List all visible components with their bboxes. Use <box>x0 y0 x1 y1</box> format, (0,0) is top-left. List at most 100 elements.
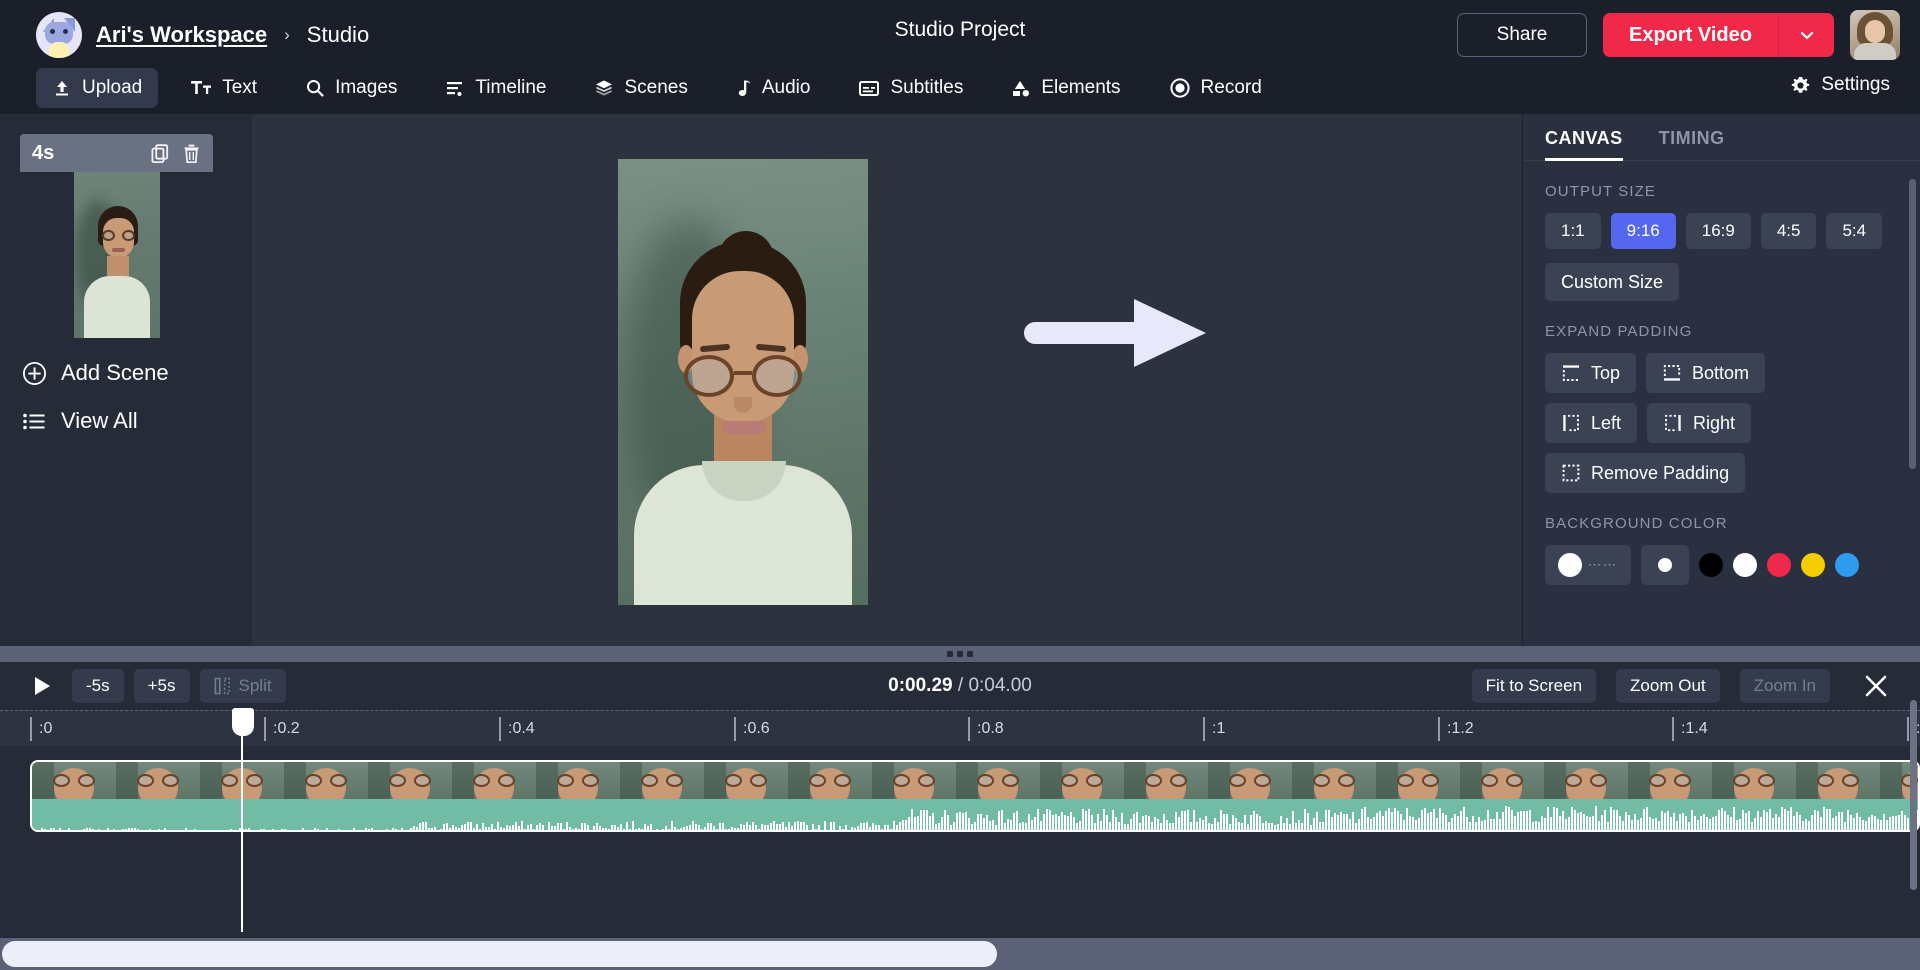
properties-scrollbar[interactable] <box>1909 179 1916 469</box>
tab-upload[interactable]: Upload <box>36 68 158 108</box>
waveform-bar <box>485 827 487 832</box>
timeline-vertical-scrollbar[interactable] <box>1910 700 1917 890</box>
waveform-bar <box>1889 817 1891 832</box>
swatch-yellow[interactable] <box>1801 553 1825 577</box>
swatch-blue[interactable] <box>1835 553 1859 577</box>
tab-canvas[interactable]: CANVAS <box>1545 114 1635 160</box>
waveform-bar <box>1781 807 1783 832</box>
waveform-bar <box>377 831 379 832</box>
waveform-bar <box>1763 810 1765 832</box>
video-preview[interactable] <box>618 159 868 605</box>
canvas-stage[interactable] <box>252 114 1522 654</box>
waveform-bar <box>1388 808 1390 832</box>
waveform-bar <box>914 817 916 832</box>
settings-button[interactable]: Settings <box>1782 68 1898 102</box>
waveform-bar <box>1241 823 1243 832</box>
waveform-bar <box>1358 819 1360 832</box>
custom-size-button[interactable]: Custom Size <box>1545 263 1679 301</box>
waveform-bar <box>1661 811 1663 832</box>
waveform-bar <box>1775 814 1777 832</box>
waveform-bar <box>821 830 823 832</box>
timeline-horizontal-scrollbar[interactable] <box>0 938 1920 970</box>
timeline-ruler[interactable]: :0:0.2:0.4:0.6:0.8:1:1.2:1.4:1.6 <box>0 710 1920 746</box>
timeline-scroll-thumb[interactable] <box>2 941 997 967</box>
waveform-bar <box>482 823 484 832</box>
export-video-button[interactable]: Export Video <box>1603 13 1778 57</box>
tab-scenes[interactable]: Scenes <box>578 68 703 108</box>
swatch-white[interactable] <box>1733 553 1757 577</box>
back-5s-button[interactable]: -5s <box>72 669 124 703</box>
ratio-1-1[interactable]: 1:1 <box>1545 213 1601 249</box>
scene-thumbnail[interactable] <box>74 172 160 338</box>
video-clip[interactable] <box>30 760 1920 832</box>
share-button[interactable]: Share <box>1457 13 1587 57</box>
waveform-bar <box>1514 816 1516 832</box>
padding-right-button[interactable]: Right <box>1647 403 1751 443</box>
close-timeline-button[interactable] <box>1854 668 1898 704</box>
waveform-bar <box>602 828 604 832</box>
waveform-bar <box>1481 821 1483 832</box>
waveform-bar <box>1526 811 1528 832</box>
tab-elements[interactable]: Elements <box>995 68 1136 108</box>
ratio-9-16[interactable]: 9:16 <box>1611 213 1676 249</box>
timeline-resize-handle[interactable] <box>0 646 1920 662</box>
padding-top-button[interactable]: Top <box>1545 353 1636 393</box>
waveform-bar <box>1412 817 1414 832</box>
ruler-tick: :0.6 <box>734 717 770 741</box>
tab-record[interactable]: Record <box>1153 68 1278 108</box>
waveform-bar <box>59 828 61 832</box>
waveform-bar <box>1037 809 1039 832</box>
ratio-16-9[interactable]: 16:9 <box>1686 213 1751 249</box>
copy-icon[interactable] <box>150 143 170 164</box>
waveform-bar <box>797 821 799 832</box>
padding-row-2: Left Right <box>1545 403 1898 443</box>
tab-timeline[interactable]: Timeline <box>429 68 562 108</box>
play-button[interactable] <box>22 668 62 704</box>
waveform-bar <box>395 829 397 832</box>
properties-content: OUTPUT SIZE 1:1 9:16 16:9 4:5 5:4 Custom… <box>1523 161 1920 641</box>
tab-timing[interactable]: TIMING <box>1659 114 1737 160</box>
waveform-bar <box>782 822 784 832</box>
waveform-bar <box>278 831 280 832</box>
waveform-bar <box>566 822 568 832</box>
waveform-bar <box>869 827 871 832</box>
fit-to-screen-button[interactable]: Fit to Screen <box>1472 669 1596 703</box>
swatch-black[interactable] <box>1699 553 1723 577</box>
waveform-bar <box>1430 812 1432 832</box>
timeline-track-area[interactable] <box>0 746 1920 934</box>
color-picker-button[interactable]: ⋯⋯ <box>1545 545 1631 585</box>
waveform-bar <box>1415 820 1417 832</box>
playhead-handle[interactable] <box>232 708 254 736</box>
waveform-bar <box>614 825 616 832</box>
waveform-bar <box>938 823 940 832</box>
add-scene-button[interactable]: Add Scene <box>20 360 232 386</box>
zoom-out-button[interactable]: Zoom Out <box>1616 669 1720 703</box>
tab-text[interactable]: Text <box>174 68 273 108</box>
view-all-button[interactable]: View All <box>20 408 232 434</box>
filmstrip-frame <box>32 762 116 799</box>
padding-left-button[interactable]: Left <box>1545 403 1637 443</box>
ratio-4-5[interactable]: 4:5 <box>1761 213 1817 249</box>
forward-5s-button[interactable]: +5s <box>134 669 190 703</box>
trash-icon[interactable] <box>182 143 201 164</box>
swatch-red[interactable] <box>1767 553 1791 577</box>
export-options-button[interactable] <box>1778 13 1834 57</box>
waveform-bar <box>179 830 181 832</box>
user-avatar[interactable] <box>1850 10 1900 60</box>
remove-padding-button[interactable]: Remove Padding <box>1545 453 1745 493</box>
ratio-5-4[interactable]: 5:4 <box>1826 213 1882 249</box>
waveform-bar <box>1751 822 1753 832</box>
tab-images[interactable]: Images <box>289 68 413 108</box>
waveform-bar <box>1316 812 1318 832</box>
eyedropper-button[interactable] <box>1641 545 1689 585</box>
workspace-link[interactable]: Ari's Workspace <box>96 22 267 48</box>
tab-subtitles[interactable]: Subtitles <box>842 68 979 108</box>
scene-card[interactable]: 4s <box>20 134 213 338</box>
waveform-bar <box>1574 810 1576 832</box>
filmstrip-frame <box>536 762 620 799</box>
waveform-bar <box>1361 809 1363 832</box>
tab-audio[interactable]: Audio <box>720 68 827 108</box>
waveform-bar <box>380 830 382 832</box>
padding-bottom-button[interactable]: Bottom <box>1646 353 1765 393</box>
waveform-bar <box>1778 817 1780 832</box>
